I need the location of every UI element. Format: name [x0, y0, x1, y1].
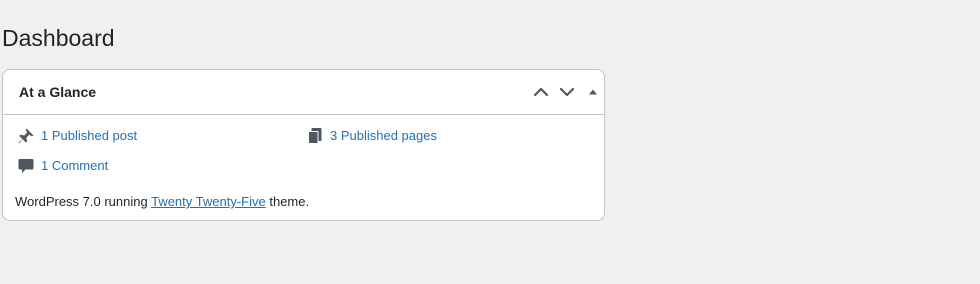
- pages-icon: [305, 126, 325, 146]
- comments-link[interactable]: 1 Comment: [41, 157, 108, 175]
- triangle-up-icon: [589, 89, 597, 95]
- move-down-button[interactable]: [555, 80, 579, 104]
- widget-header: At a Glance: [3, 70, 604, 115]
- wordpress-version-text: WordPress 7.0 running Twenty Twenty-Five…: [15, 193, 309, 211]
- page-title: Dashboard: [2, 25, 115, 51]
- comments-item: 1 Comment: [16, 156, 108, 176]
- running-prefix: WordPress 7.0 running: [15, 194, 152, 209]
- comment-icon: [16, 156, 36, 176]
- chevron-down-icon: [559, 87, 575, 97]
- published-pages-link[interactable]: 3 Published pages: [330, 127, 437, 145]
- widget-body: 1 Published post 3 Published pages 1 Com…: [3, 115, 604, 222]
- chevron-up-icon: [533, 87, 549, 97]
- running-suffix: theme.: [265, 194, 310, 209]
- widget-title: At a Glance: [19, 84, 97, 100]
- theme-link[interactable]: Twenty Twenty-Five: [151, 194, 266, 209]
- move-up-button[interactable]: [529, 80, 553, 104]
- at-a-glance-widget: At a Glance 1 Published post 3 Published…: [2, 69, 605, 221]
- toggle-panel-button[interactable]: [581, 80, 605, 104]
- published-posts-item: 1 Published post: [16, 126, 137, 146]
- published-posts-link[interactable]: 1 Published post: [41, 127, 137, 145]
- published-pages-item: 3 Published pages: [305, 126, 437, 146]
- pushpin-icon: [16, 126, 36, 146]
